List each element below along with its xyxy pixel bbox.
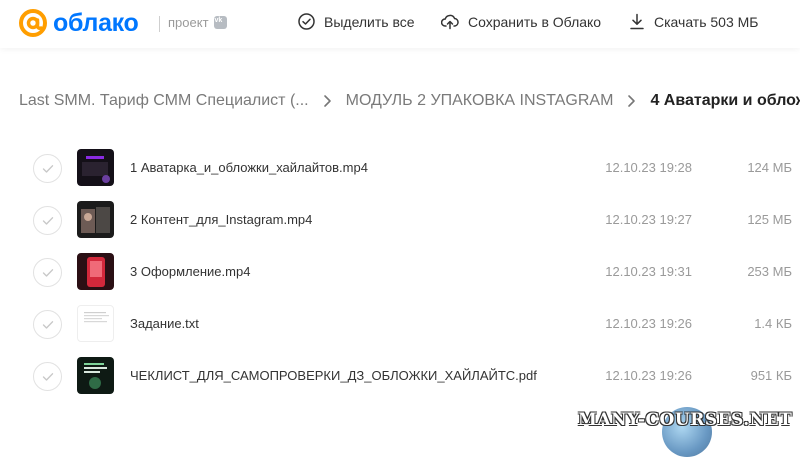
file-row[interactable]: Задание.txt 12.10.23 19:26 1.4 КБ (0, 298, 800, 350)
breadcrumb-item[interactable]: Last SMM. Тариф СММ Специалист (... (19, 92, 309, 110)
select-checkbox[interactable] (33, 154, 62, 183)
video-thumbnail-icon (87, 257, 105, 287)
chevron-right-icon (627, 94, 636, 108)
download-button[interactable]: Скачать 503 МБ (629, 13, 759, 30)
file-row[interactable]: 1 Аватарка_и_обложки_хайлайтов.mp4 12.10… (0, 142, 800, 194)
logo-divider (159, 16, 160, 32)
check-icon (42, 268, 53, 277)
file-row[interactable]: ЧЕКЛИСТ_ДЛЯ_САМОПРОВЕРКИ_ДЗ_ОБЛОЖКИ_ХАЙЛ… (0, 350, 800, 402)
file-size: 1.4 КБ (754, 316, 792, 331)
file-size: 253 МБ (747, 264, 792, 279)
file-name[interactable]: 2 Контент_для_Instagram.mp4 (130, 212, 312, 227)
logo-text: облако (53, 8, 139, 37)
breadcrumb: Last SMM. Тариф СММ Специалист (... МОДУ… (19, 89, 800, 113)
watermark-text: MANY-COURSES.NET (578, 410, 793, 430)
file-name[interactable]: Задание.txt (130, 316, 199, 331)
at-sign-logo-icon (19, 9, 47, 37)
vk-icon (213, 16, 227, 29)
pdf-thumbnail-icon (84, 363, 107, 389)
video-thumbnail-icon (81, 207, 110, 233)
file-row[interactable]: 3 Оформление.mp4 12.10.23 19:31 253 МБ (0, 246, 800, 298)
file-date: 12.10.23 19:27 (605, 212, 692, 227)
breadcrumb-current: 4 Аватарки и облож (650, 92, 800, 109)
breadcrumb-item[interactable]: МОДУЛЬ 2 УПАКОВКА INSTAGRAM (346, 92, 614, 110)
select-checkbox[interactable] (33, 362, 62, 391)
file-thumbnail (77, 253, 114, 290)
select-all-label: Выделить все (324, 13, 415, 30)
project-label-text: проект (168, 15, 209, 30)
chevron-right-icon (323, 94, 332, 108)
select-checkbox[interactable] (33, 310, 62, 339)
file-thumbnail (77, 201, 114, 238)
file-date: 12.10.23 19:31 (605, 264, 692, 279)
file-date: 12.10.23 19:26 (605, 368, 692, 383)
file-thumbnail (77, 357, 114, 394)
text-document-icon (84, 312, 109, 323)
select-checkbox[interactable] (33, 258, 62, 287)
check-icon (42, 216, 53, 225)
cloud-logo[interactable]: облако (18, 8, 139, 38)
watermark: MANY-COURSES.NET (578, 407, 793, 457)
video-thumbnail-icon (82, 156, 110, 183)
file-thumbnail (77, 149, 114, 186)
download-label: Скачать 503 МБ (654, 13, 759, 30)
check-icon (42, 320, 53, 329)
file-name[interactable]: ЧЕКЛИСТ_ДЛЯ_САМОПРОВЕРКИ_ДЗ_ОБЛОЖКИ_ХАЙЛ… (130, 368, 537, 383)
file-size: 124 МБ (747, 160, 792, 175)
check-icon (42, 164, 53, 173)
save-to-cloud-button[interactable]: Сохранить в Облако (441, 13, 601, 30)
select-checkbox[interactable] (33, 206, 62, 235)
download-icon (630, 13, 644, 30)
file-thumbnail (77, 305, 114, 342)
file-size: 951 КБ (750, 368, 792, 383)
file-date: 12.10.23 19:28 (605, 160, 692, 175)
file-date: 12.10.23 19:26 (605, 316, 692, 331)
check-circle-icon (298, 13, 315, 30)
file-row[interactable]: 2 Контент_для_Instagram.mp4 12.10.23 19:… (0, 194, 800, 246)
file-name[interactable]: 3 Оформление.mp4 (130, 264, 250, 279)
project-label[interactable]: проект (168, 15, 227, 30)
file-size: 125 МБ (747, 212, 792, 227)
file-name[interactable]: 1 Аватарка_и_обложки_хайлайтов.mp4 (130, 160, 368, 175)
check-icon (42, 372, 53, 381)
top-bar: облако проект Выделить все Сохранить в О… (0, 0, 800, 48)
select-all-button[interactable]: Выделить все (298, 13, 415, 30)
cloud-upload-icon (441, 14, 459, 30)
save-to-cloud-label: Сохранить в Облако (468, 13, 602, 30)
